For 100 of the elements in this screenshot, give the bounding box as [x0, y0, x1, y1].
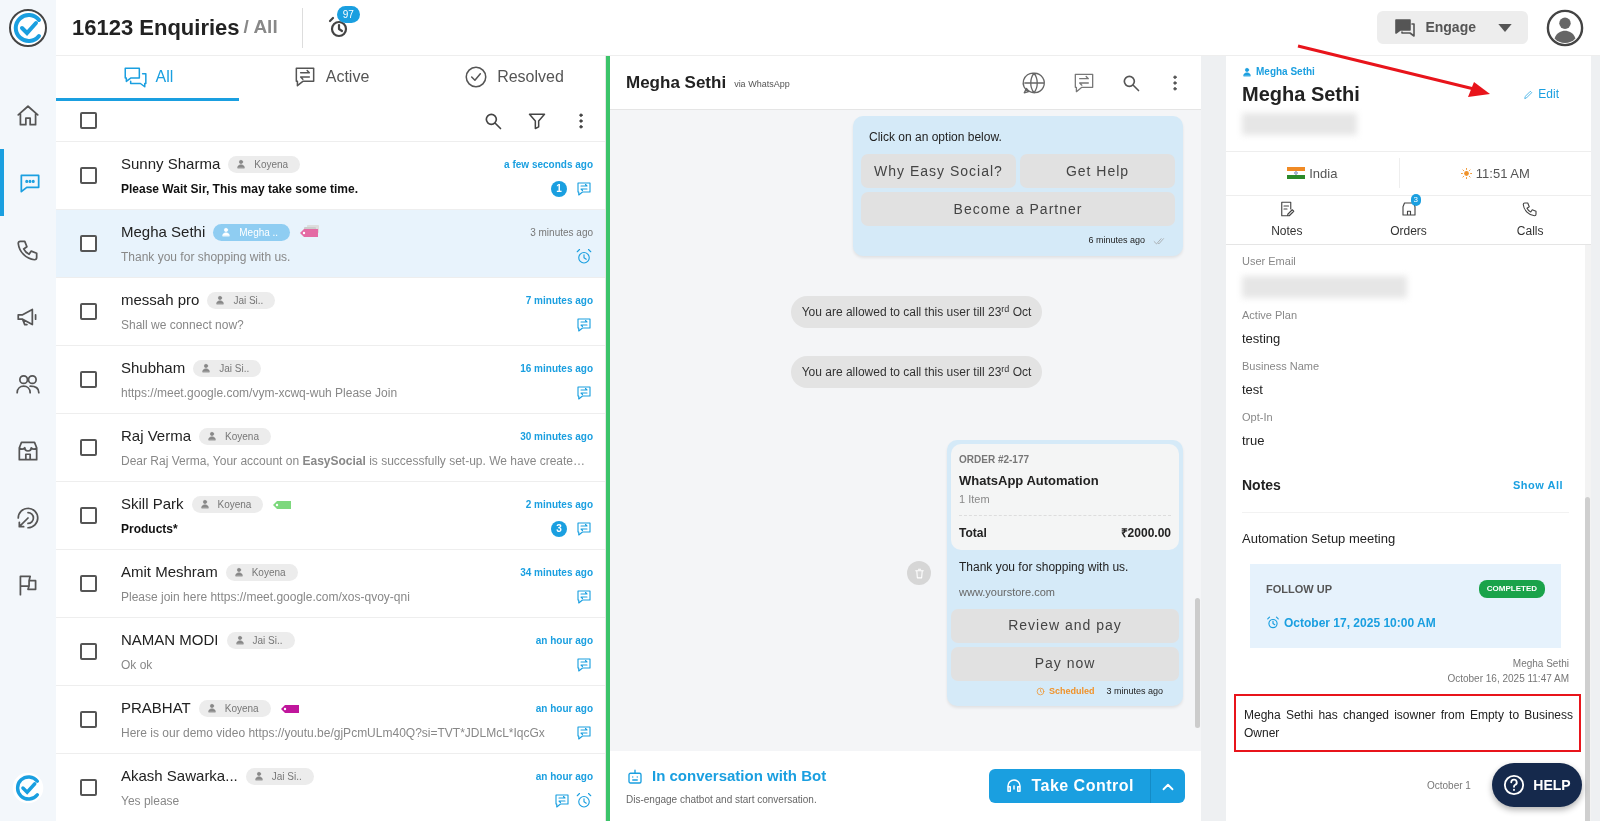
row-checkbox[interactable]: [80, 642, 97, 660]
field-value: testing: [1242, 330, 1282, 349]
message-preview: Thank you for shopping with us.: [121, 248, 292, 266]
message-preview: Dear Raj Verma, Your account on EasySocial is successfully set-up. We have create…: [121, 452, 586, 470]
time-label: 3 minutes ago: [530, 225, 594, 240]
person-icon: [201, 363, 212, 374]
help-button[interactable]: HELP: [1492, 763, 1582, 807]
agent-name: Koyena: [225, 429, 259, 444]
time-label: an hour ago: [535, 701, 594, 716]
person-icon: [234, 635, 245, 646]
system-notice: You are allowed to call this user till 23$^{rd}$ Oct: [790, 356, 1043, 388]
message-time: 3 minutes ago: [1106, 684, 1163, 698]
caret-icon: [1498, 23, 1512, 32]
engage-dropdown[interactable]: Engage: [1377, 11, 1528, 44]
contact-name: messah pro: [121, 290, 200, 311]
field-label: Business Name: [1242, 358, 1321, 374]
order-number: ORDER #2-177: [959, 453, 1031, 467]
section-title: Notes: [1242, 475, 1281, 495]
quick-reply-button[interactable]: Get Help: [1020, 154, 1175, 188]
row-checkbox[interactable]: [80, 302, 97, 320]
message-preview: https://meet.google.com/vym-xcwq-wuh Please Join: [121, 384, 399, 402]
row-checkbox[interactable]: [80, 370, 97, 388]
contact-name: PRABHAT: [121, 698, 191, 719]
owner-name: Megha Sethi: [1256, 65, 1315, 79]
expand-button[interactable]: [1150, 769, 1185, 803]
row-checkbox[interactable]: [80, 166, 97, 184]
channel-label: via WhatsApp: [734, 77, 790, 91]
action-button[interactable]: Pay now: [951, 646, 1179, 681]
profile-tab[interactable]: Calls: [1469, 195, 1591, 245]
time-label: 30 minutes ago: [520, 429, 594, 444]
chat-contact-name: Megha Sethi: [626, 71, 727, 94]
robot-icon: [626, 767, 644, 786]
total-amount: ₹2000.00: [1120, 525, 1171, 542]
total-label: Total: [959, 525, 987, 542]
message-preview: Please join here https://meet.google.com/xos-qvoy-qni: [121, 588, 411, 606]
message-preview: Please Wait Sir, This may take some time.: [121, 180, 359, 198]
bot-status-subtitle: Dis-engage chatbot and start conversation.: [626, 792, 818, 807]
profile-tab[interactable]: Notes: [1226, 195, 1348, 245]
agent-name: Koyena: [254, 157, 289, 172]
row-checkbox[interactable]: [80, 506, 97, 524]
time-label: 34 minutes ago: [520, 565, 594, 580]
person-icon: [253, 771, 264, 782]
contact-name: Skill Park: [121, 494, 184, 515]
field-value: true: [1242, 432, 1266, 451]
field-label: Active Plan: [1242, 307, 1299, 323]
follow-up-date: October 17, 2025 10:00 AM: [1284, 615, 1436, 633]
logo-icon[interactable]: [8, 8, 48, 48]
scope-label: / All: [243, 15, 278, 40]
row-checkbox[interactable]: [80, 574, 97, 592]
unread-count: 1: [551, 180, 568, 197]
select-all-checkbox[interactable]: [80, 112, 97, 130]
scrollbar-thumb[interactable]: [1585, 497, 1590, 821]
store-link[interactable]: www.yourstore.com: [951, 576, 1179, 605]
contact-name: Sunny Sharma: [121, 154, 221, 175]
time-label: an hour ago: [535, 769, 594, 784]
message-time: 6 minutes ago: [1088, 234, 1145, 248]
local-time: 11:51 AM: [1475, 164, 1530, 183]
time-label: an hour ago: [535, 633, 594, 648]
message-preview: Products*: [121, 520, 179, 538]
row-checkbox[interactable]: [80, 710, 97, 728]
item-count: 1 Item: [959, 490, 1171, 516]
message-preview: Ok ok: [121, 656, 154, 674]
row-checkbox[interactable]: [80, 778, 97, 796]
action-button[interactable]: Review and pay: [951, 608, 1179, 643]
agent-name: Jai Si..: [233, 293, 264, 308]
agent-name: Megha ..: [239, 225, 279, 240]
message-text: Click on an option below.: [868, 129, 1003, 146]
message-preview: Shall we connect now?: [121, 316, 245, 334]
row-checkbox[interactable]: [80, 438, 97, 456]
field-label: Opt-In: [1242, 409, 1274, 425]
contact-name: Akash Sawarka...: [121, 766, 238, 787]
sun-icon: [1460, 167, 1472, 179]
follow-up-label: FOLLOW UP: [1266, 582, 1332, 598]
contact-name: NAMAN MODI: [121, 630, 219, 651]
agent-name: Jai Si..: [219, 361, 250, 376]
reminder-count: 97: [336, 6, 360, 24]
bot-status-title: In conversation with Bot: [652, 766, 827, 787]
filter-tab[interactable]: Resolved: [422, 56, 605, 101]
product-name: WhatsApp Automation: [959, 472, 1100, 490]
field-value: test: [1242, 381, 1264, 400]
time-label: a few seconds ago: [504, 157, 594, 172]
status-badge: COMPLETED: [1478, 580, 1545, 599]
contact-name: Raj Verma: [121, 426, 192, 447]
quick-reply-button[interactable]: Why Easy Social?: [861, 154, 1016, 188]
agent-name: Koyena: [224, 701, 259, 716]
clock-icon: [1035, 686, 1045, 696]
person-icon: [233, 567, 244, 578]
store-icon: [1399, 200, 1418, 219]
filter-tab[interactable]: Active: [239, 56, 422, 101]
agent-name: Jai Si..: [271, 769, 302, 784]
quick-reply-button[interactable]: Become a Partner: [861, 192, 1175, 226]
note-author: Megha Sethi: [1512, 657, 1569, 672]
profile-tab[interactable]: 3 Orders: [1347, 195, 1470, 245]
alarm-clock-icon: [1266, 616, 1280, 631]
message-preview: Here is our demo video https://youtu.be/gjPcmULm40Q?si=TVT*JDLMcL*IqcGx: [121, 724, 546, 742]
avatar-icon[interactable]: [1546, 8, 1584, 47]
contact-name: Shubham: [121, 358, 186, 379]
scrollbar-thumb[interactable]: [1195, 598, 1200, 728]
radar-icon[interactable]: [15, 504, 41, 531]
agent-name: Koyena: [251, 565, 286, 580]
